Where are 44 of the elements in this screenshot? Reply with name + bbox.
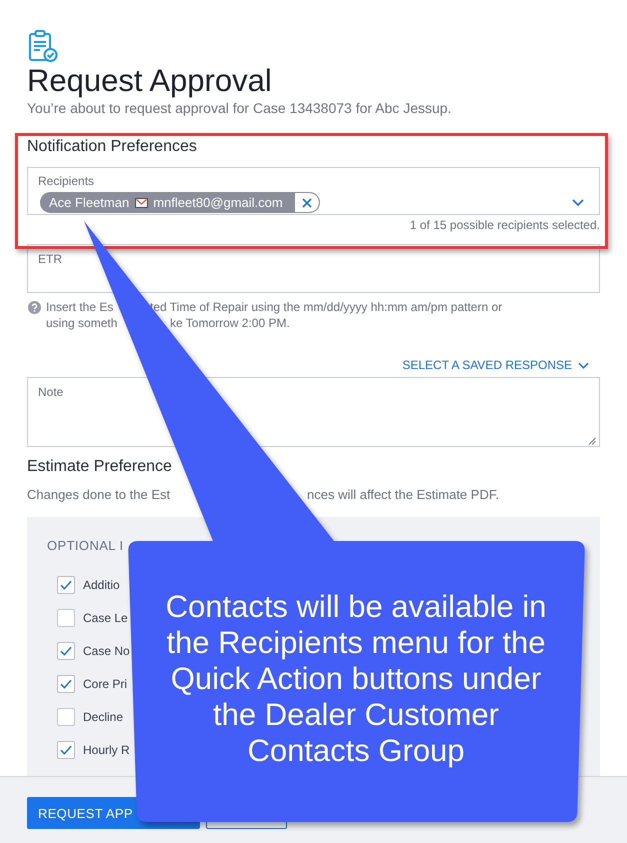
option-label: Case No xyxy=(83,643,130,660)
checkbox[interactable] xyxy=(57,576,75,594)
checkmark-icon xyxy=(60,580,72,590)
page-title: Request Approval xyxy=(27,63,272,99)
section-heading: Estimate Preference xyxy=(27,457,172,477)
help-text: Insert the Es xyxy=(46,299,114,315)
recipients-field[interactable]: Recipients Ace Fleetman mnfleet80@gmail.com xyxy=(27,167,600,215)
description-text: Changes done to the Est xyxy=(27,487,170,503)
option-label: Decline xyxy=(83,709,124,726)
close-icon xyxy=(302,198,312,208)
chevron-down-icon xyxy=(572,199,584,206)
recipient-name: Ace Fleetman xyxy=(48,194,130,212)
checkbox[interactable] xyxy=(57,609,75,627)
section-heading: Notification Preferences xyxy=(27,137,197,157)
callout-text: Contacts will be available in the Recipients menu for the Quick Action buttons under the Dealer Customer Contacts Group xyxy=(164,589,548,769)
envelope-icon xyxy=(135,198,148,208)
checkbox[interactable] xyxy=(57,642,75,660)
option-label: Additio xyxy=(83,577,120,594)
resize-grip-icon xyxy=(588,437,596,445)
chevron-down-icon xyxy=(578,362,589,368)
panel-heading: OPTIONAL I xyxy=(47,538,124,554)
field-label: ETR xyxy=(38,252,62,266)
checkmark-icon xyxy=(60,646,72,656)
option-label: Core Pri xyxy=(83,676,128,693)
recipient-email: mnfleet80@gmail.com xyxy=(153,194,284,212)
checkmark-icon xyxy=(60,745,72,755)
page-subtitle: You’re about to request approval for Case 13438073 for Abc Jessup. xyxy=(27,99,452,117)
help-text: using someth xyxy=(46,315,118,331)
checkbox[interactable] xyxy=(57,708,75,726)
remove-chip-button[interactable] xyxy=(294,193,319,212)
saved-response-dropdown[interactable]: SELECT A SAVED RESPONSE xyxy=(402,357,589,373)
help-text: ke Tomorrow 2:00 PM. xyxy=(170,315,290,331)
field-label: Note xyxy=(38,385,64,399)
checkbox[interactable] xyxy=(57,675,75,693)
recipients-count: 1 of 15 possible recipients selected. xyxy=(410,218,600,232)
checkbox[interactable] xyxy=(57,741,75,759)
option-label: Hourly R xyxy=(83,742,130,759)
field-label: Recipients xyxy=(38,174,94,188)
clipboard-check-icon xyxy=(28,30,58,62)
help-icon xyxy=(28,300,41,314)
option-label: Case Le xyxy=(83,610,128,627)
description-text: nces will affect the Estimate PDF. xyxy=(307,487,499,503)
etr-field[interactable]: ETR xyxy=(27,244,600,293)
checkmark-icon xyxy=(60,679,72,689)
